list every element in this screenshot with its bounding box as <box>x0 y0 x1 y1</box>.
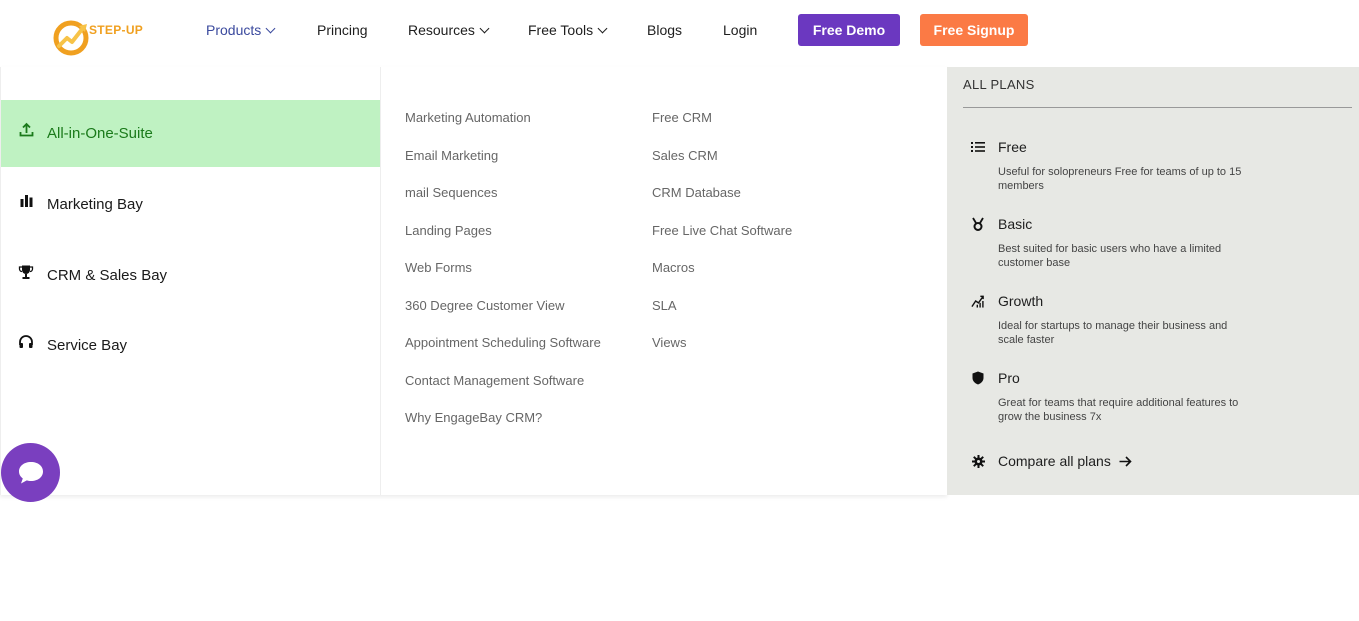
plan-name: Pro <box>998 370 1020 386</box>
chat-widget-button[interactable] <box>1 443 60 502</box>
brand-name: STEP-UP <box>89 23 144 37</box>
menu-link[interactable]: Web Forms <box>405 260 472 275</box>
chevron-down-icon <box>597 23 608 34</box>
chevron-down-icon <box>265 23 276 34</box>
nav-free-tools-label: Free Tools <box>528 22 594 38</box>
brand-logo[interactable]: STEP-UP <box>53 16 153 58</box>
menu-link[interactable]: 360 Degree Customer View <box>405 298 564 313</box>
menu-link[interactable]: CRM Database <box>652 185 741 200</box>
chat-bubble-icon <box>18 461 43 483</box>
upload-icon <box>18 122 34 138</box>
menu-link[interactable]: Why EngageBay CRM? <box>405 410 542 425</box>
plan-description: Ideal for startups to manage their busin… <box>998 320 1228 346</box>
nav-free-tools[interactable]: Free Tools <box>528 22 608 38</box>
menu-link[interactable]: Sales CRM <box>652 148 718 163</box>
menu-link[interactable]: Email Marketing <box>405 148 498 163</box>
category-list: All-in-One-Suite Marketing Bay CRM & Sal… <box>1 67 381 495</box>
nav-login-label: Login <box>723 22 758 38</box>
category-label: All-in-One-Suite <box>47 125 153 142</box>
nav-blogs-label: Blogs <box>647 22 683 38</box>
logo-mark-icon <box>53 20 89 56</box>
category-crm-sales-bay[interactable]: CRM & Sales Bay <box>1 242 380 309</box>
plan-free[interactable]: Free Useful for solopreneurs Free for te… <box>971 139 1271 193</box>
top-navbar: STEP-UP Products Princing Resources Free… <box>0 0 1359 66</box>
nav-blogs[interactable]: Blogs <box>647 22 682 38</box>
trophy-icon <box>18 264 34 280</box>
products-mega-menu: All-in-One-Suite Marketing Bay CRM & Sal… <box>0 67 947 495</box>
menu-link[interactable]: Marketing Automation <box>405 110 531 125</box>
compare-plans-link[interactable]: Compare all plans <box>971 453 1132 469</box>
chevron-down-icon <box>479 23 490 34</box>
plan-description: Best suited for basic users who have a l… <box>998 243 1222 269</box>
menu-link[interactable]: Landing Pages <box>405 223 492 238</box>
plans-title: ALL PLANS <box>963 77 1035 92</box>
nav-pricing-label: Princing <box>317 22 368 38</box>
nav-products[interactable]: Products <box>206 22 276 38</box>
nav-login[interactable]: Login <box>723 22 757 38</box>
nav-products-label: Products <box>206 22 262 38</box>
menu-link[interactable]: Macros <box>652 260 695 275</box>
shield-icon <box>971 371 985 385</box>
nav-pricing[interactable]: Princing <box>317 22 368 38</box>
nav-resources[interactable]: Resources <box>408 22 490 38</box>
menu-link[interactable]: Free CRM <box>652 110 712 125</box>
plans-panel: ALL PLANS Free Useful for solopreneurs F… <box>947 67 1359 495</box>
medal-icon <box>971 217 985 231</box>
gear-icon <box>971 454 985 468</box>
compare-plans-label: Compare all plans <box>998 453 1111 469</box>
arrow-right-icon <box>1119 455 1132 467</box>
plan-basic[interactable]: Basic Best suited for basic users who ha… <box>971 216 1271 270</box>
menu-link[interactable]: SLA <box>652 298 677 313</box>
plan-pro[interactable]: Pro Great for teams that require additio… <box>971 370 1271 424</box>
headphones-icon <box>18 334 34 350</box>
free-demo-button[interactable]: Free Demo <box>798 14 900 46</box>
category-label: CRM & Sales Bay <box>47 267 168 284</box>
menu-link[interactable]: Views <box>652 335 686 350</box>
menu-link[interactable]: Free Live Chat Software <box>652 223 792 238</box>
plan-growth[interactable]: Growth Ideal for startups to manage thei… <box>971 293 1271 347</box>
menu-link[interactable]: Appointment Scheduling Software <box>405 335 601 350</box>
bar-chart-icon <box>18 193 34 209</box>
plan-name: Growth <box>998 293 1044 309</box>
plan-description: Great for teams that require additional … <box>998 397 1239 423</box>
divider <box>963 107 1352 108</box>
nav-resources-label: Resources <box>408 22 475 38</box>
category-service-bay[interactable]: Service Bay <box>1 312 380 379</box>
growth-chart-icon <box>971 294 985 308</box>
list-icon <box>971 140 985 154</box>
plan-description: Useful for solopreneurs Free for teams o… <box>998 166 1242 192</box>
category-all-in-one-suite[interactable]: All-in-One-Suite <box>1 100 380 167</box>
category-label: Service Bay <box>47 337 128 354</box>
menu-link[interactable]: mail Sequences <box>405 185 498 200</box>
category-label: Marketing Bay <box>47 196 143 213</box>
category-marketing-bay[interactable]: Marketing Bay <box>1 171 380 238</box>
menu-link[interactable]: Contact Management Software <box>405 373 584 388</box>
plan-name: Free <box>998 139 1027 155</box>
plan-name: Basic <box>998 216 1033 232</box>
free-signup-button[interactable]: Free Signup <box>920 14 1028 46</box>
